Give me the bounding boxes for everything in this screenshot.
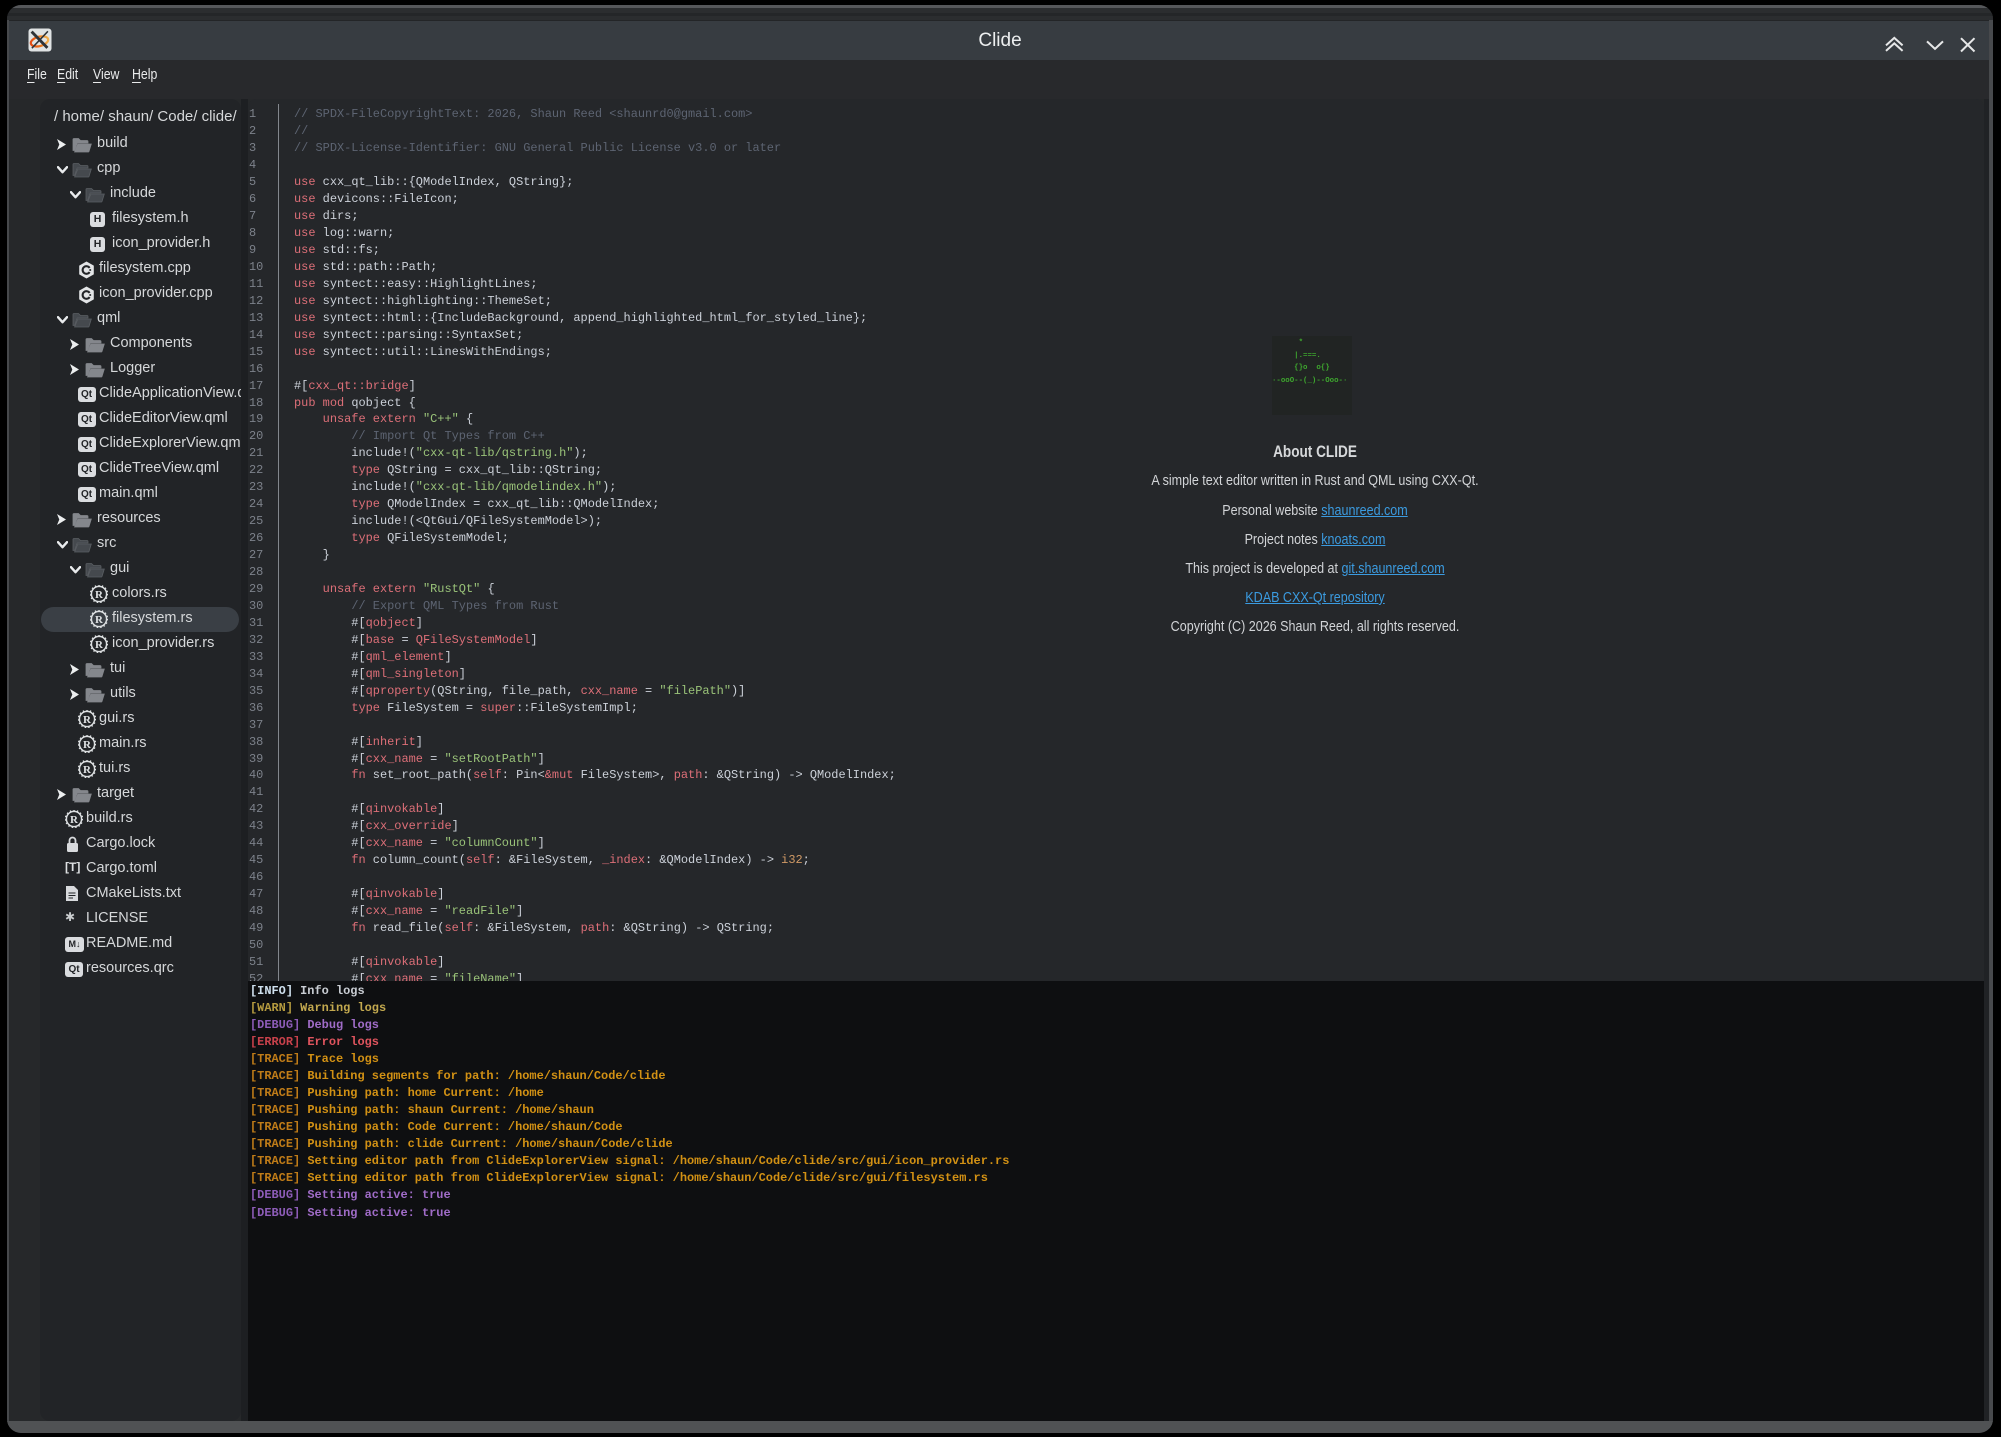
svg-text:R: R xyxy=(83,764,92,776)
svg-text:R: R xyxy=(70,814,79,826)
svg-text:R: R xyxy=(95,639,104,651)
svg-text:R: R xyxy=(83,714,92,726)
svg-text:R: R xyxy=(83,739,92,751)
svg-text:R: R xyxy=(95,589,104,601)
svg-text:R: R xyxy=(95,614,104,626)
